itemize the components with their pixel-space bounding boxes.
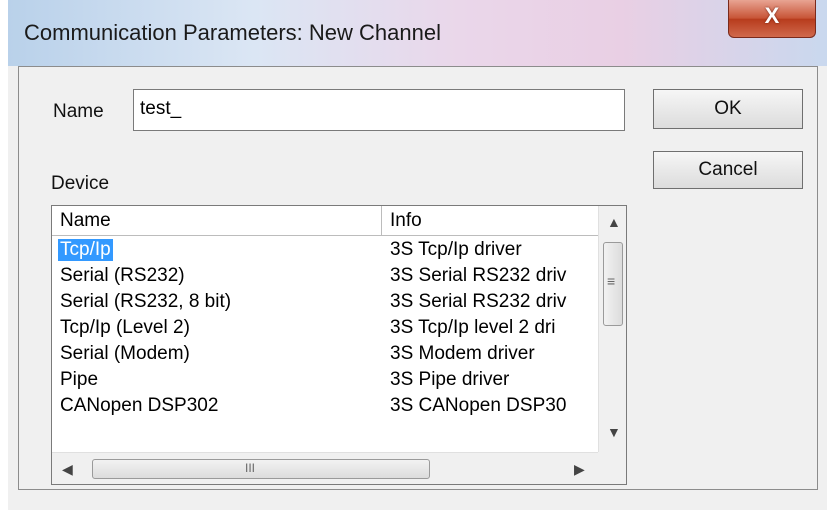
device-name: Tcp/Ip (Level 2) — [60, 317, 190, 338]
close-icon: X — [764, 3, 780, 28]
vertical-scrollbar[interactable]: ▲ ≡ ▼ — [598, 206, 626, 452]
list-item[interactable]: Serial (RS232) 3S Serial RS232 driv — [52, 264, 598, 289]
device-list[interactable]: Name Info Tcp/Ip 3S Tcp/Ip driver Serial… — [51, 205, 627, 485]
grip-icon: ≡ — [607, 273, 616, 289]
cancel-button[interactable]: Cancel — [653, 151, 803, 189]
grip-icon: III — [245, 461, 256, 475]
window-title: Communication Parameters: New Channel — [24, 20, 441, 45]
horizontal-scroll-thumb[interactable]: III — [92, 459, 430, 479]
column-header-info[interactable]: Info — [382, 206, 598, 236]
list-item[interactable]: Tcp/Ip (Level 2) 3S Tcp/Ip level 2 dri — [52, 316, 598, 341]
scroll-left-icon[interactable]: ◀ — [62, 461, 73, 478]
device-info: 3S Tcp/Ip level 2 dri — [390, 317, 556, 338]
list-item[interactable]: CANopen DSP302 3S CANopen DSP30 — [52, 394, 598, 419]
scroll-down-icon[interactable]: ▼ — [607, 424, 621, 440]
device-info: 3S Modem driver — [390, 343, 535, 364]
dialog-body: Name test_ OK Cancel Device Name Info Tc… — [18, 66, 818, 490]
column-header-name[interactable]: Name — [52, 206, 382, 236]
list-item[interactable]: Serial (Modem) 3S Modem driver — [52, 342, 598, 367]
scroll-right-icon[interactable]: ▶ — [574, 461, 585, 478]
device-info: 3S Pipe driver — [390, 369, 510, 390]
device-name: CANopen DSP302 — [60, 395, 219, 416]
device-info: 3S Serial RS232 driv — [390, 291, 567, 312]
device-name: Serial (RS232, 8 bit) — [60, 291, 232, 312]
scroll-up-icon[interactable]: ▲ — [607, 214, 621, 230]
list-item[interactable]: Tcp/Ip 3S Tcp/Ip driver — [52, 238, 598, 263]
vertical-scroll-thumb[interactable]: ≡ — [603, 242, 623, 326]
device-info: 3S Tcp/Ip driver — [390, 239, 522, 260]
device-name: Tcp/Ip — [58, 239, 113, 261]
name-label: Name — [53, 101, 104, 122]
close-button[interactable]: X — [728, 0, 816, 38]
ok-button[interactable]: OK — [653, 89, 803, 129]
device-label: Device — [51, 173, 110, 194]
device-info: 3S Serial RS232 driv — [390, 265, 567, 286]
scrollbar-corner — [598, 452, 626, 484]
device-name: Serial (Modem) — [60, 343, 190, 364]
name-input[interactable]: test_ — [133, 89, 625, 131]
list-item[interactable]: Pipe 3S Pipe driver — [52, 368, 598, 393]
device-name: Serial (RS232) — [60, 265, 185, 286]
horizontal-scrollbar[interactable]: ◀ III ▶ — [52, 452, 598, 484]
title-bar[interactable]: Communication Parameters: New Channel X — [8, 0, 827, 66]
dialog-window: Communication Parameters: New Channel X … — [8, 0, 827, 510]
device-info: 3S CANopen DSP30 — [390, 395, 567, 416]
list-item[interactable]: Serial (RS232, 8 bit) 3S Serial RS232 dr… — [52, 290, 598, 315]
device-name: Pipe — [60, 369, 99, 390]
